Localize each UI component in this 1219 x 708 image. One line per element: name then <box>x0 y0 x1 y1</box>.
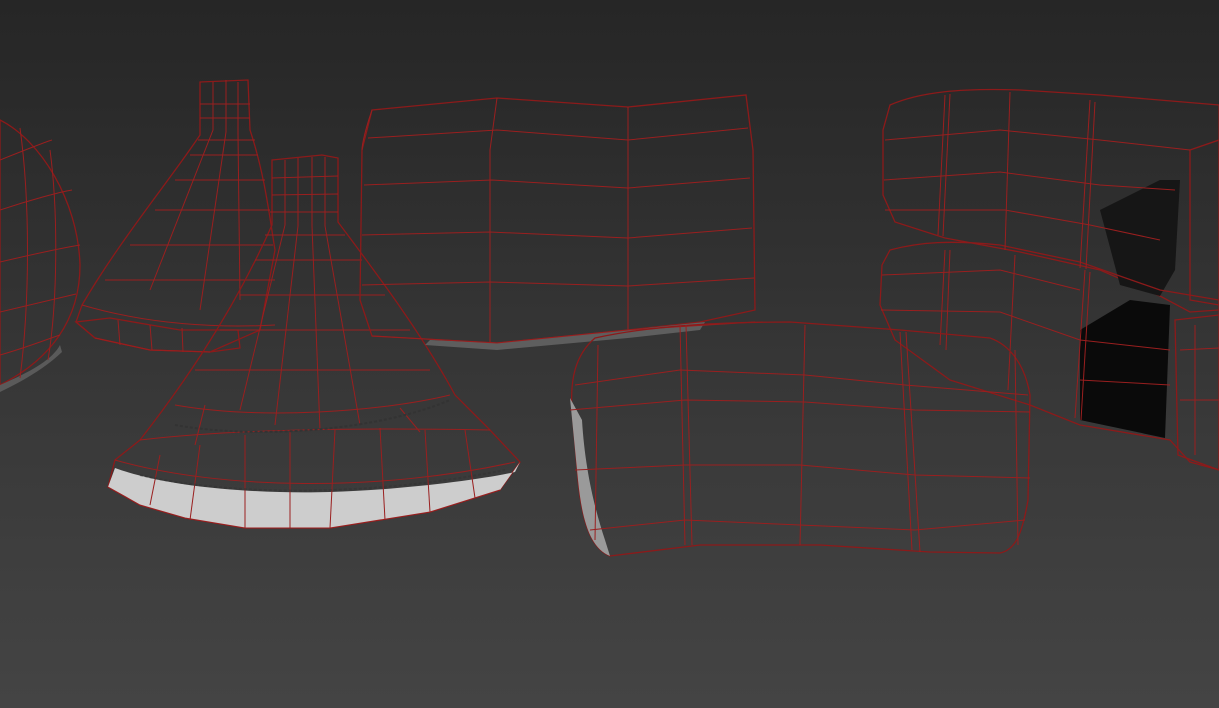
bent-box-mesh-icon[interactable] <box>359 94 756 350</box>
rounded-box-mesh-icon[interactable] <box>879 88 1219 471</box>
3d-viewport[interactable] <box>0 0 1219 708</box>
sphere-mesh-icon[interactable] <box>0 119 81 392</box>
funnel-mesh-icon[interactable] <box>74 79 276 353</box>
viewport-scene <box>0 79 1219 557</box>
rounded-box-mesh-icon[interactable] <box>569 321 1031 557</box>
